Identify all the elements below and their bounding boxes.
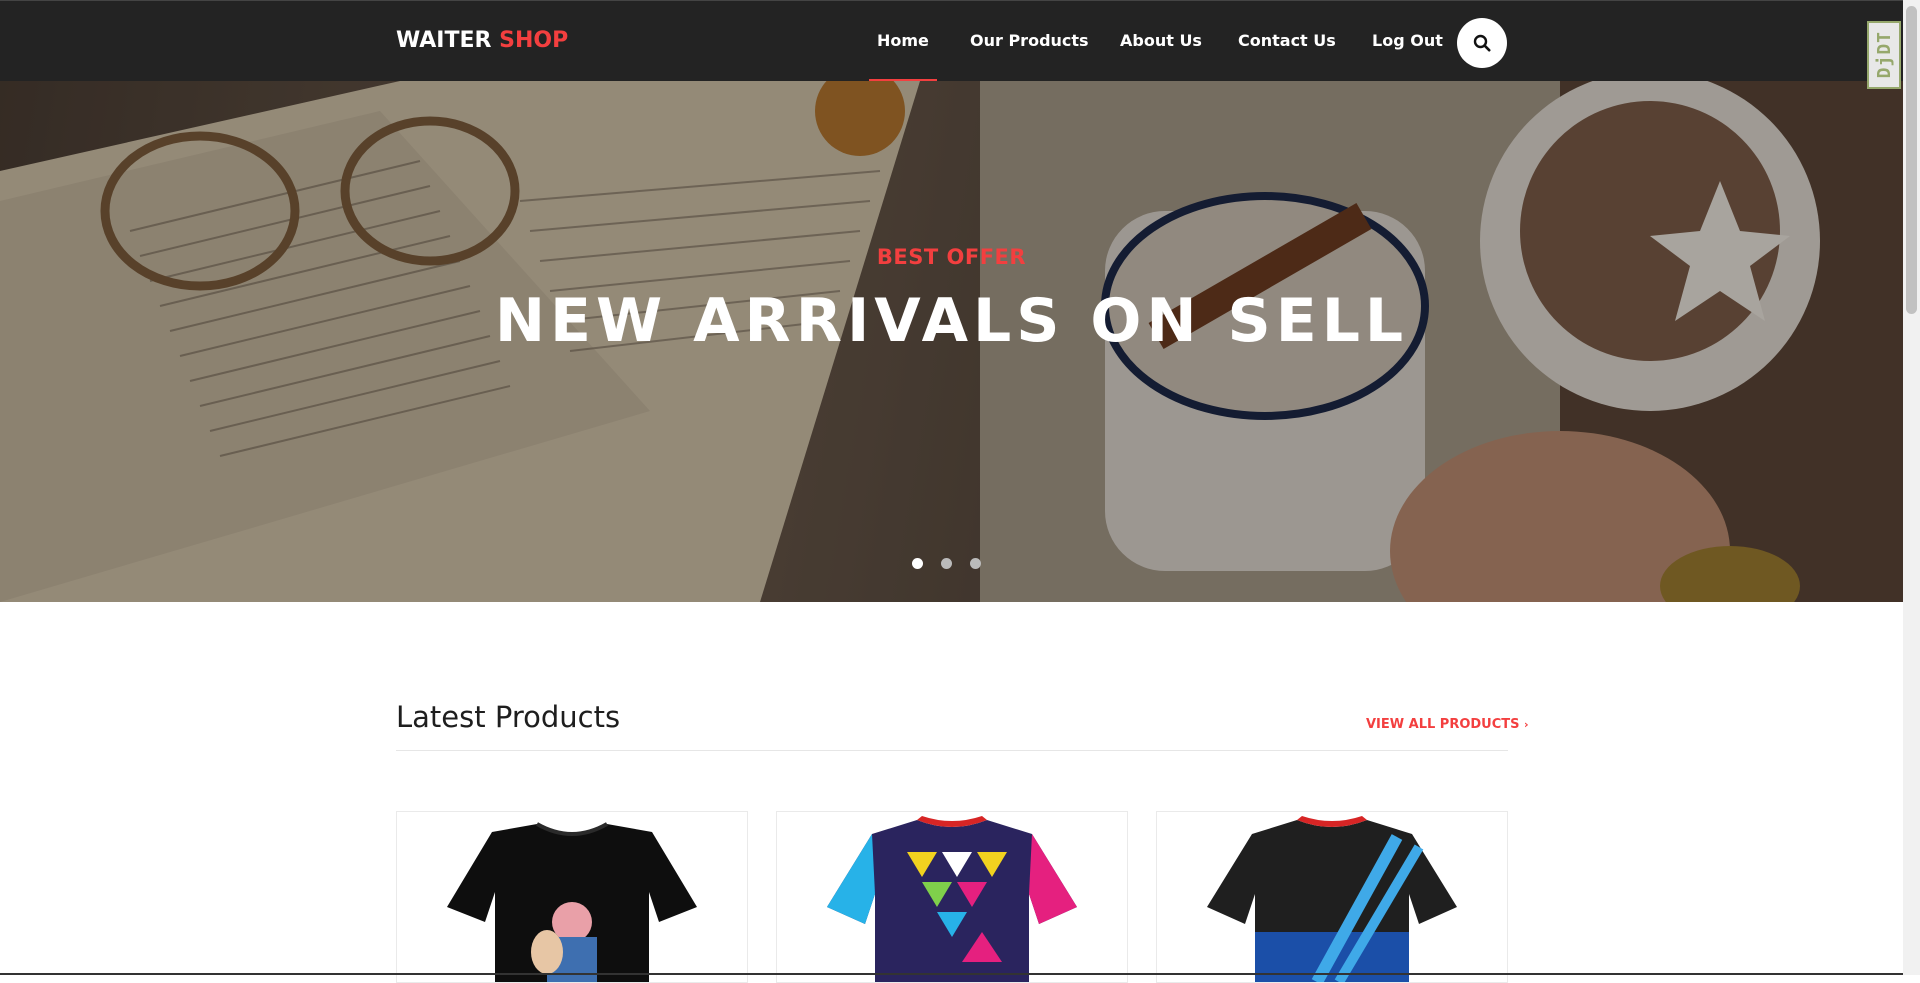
carousel-dot-1[interactable] bbox=[912, 558, 923, 569]
nav-item-log-out[interactable]: Log Out bbox=[1372, 31, 1443, 50]
latest-products-title: Latest Products bbox=[396, 700, 621, 734]
brand-logo[interactable]: WAITER SHOP bbox=[396, 28, 568, 53]
product-image bbox=[447, 822, 697, 982]
product-image bbox=[1207, 816, 1457, 982]
top-navbar: WAITER SHOP Home Our Products About Us C… bbox=[0, 0, 1920, 82]
product-card[interactable] bbox=[1156, 811, 1508, 983]
debug-toolbar-label: DjDT bbox=[1873, 31, 1895, 79]
product-card[interactable] bbox=[396, 811, 748, 983]
nav-item-contact-us[interactable]: Contact Us bbox=[1238, 31, 1336, 50]
scrollbar-thumb[interactable] bbox=[1906, 6, 1917, 314]
brand-name-part2: SHOP bbox=[499, 28, 569, 53]
nav-item-our-products[interactable]: Our Products bbox=[970, 31, 1089, 50]
hero-banner: BEST OFFER NEW ARRIVALS ON SELL bbox=[0, 81, 1903, 602]
hero-kicker: BEST OFFER bbox=[876, 245, 1027, 269]
carousel-dot-2[interactable] bbox=[941, 558, 952, 569]
search-button[interactable] bbox=[1457, 18, 1507, 68]
product-image bbox=[827, 816, 1077, 982]
section-divider bbox=[396, 750, 1508, 751]
brand-name-part1: WAITER bbox=[396, 28, 492, 53]
carousel-dot-3[interactable] bbox=[970, 558, 981, 569]
chevron-right-icon: › bbox=[1524, 718, 1529, 731]
view-all-products-link[interactable]: VIEW ALL PRODUCTS › bbox=[1366, 717, 1529, 732]
search-icon bbox=[1473, 34, 1491, 52]
nav-item-about-us[interactable]: About Us bbox=[1120, 31, 1202, 50]
carousel-indicators bbox=[912, 558, 981, 569]
nav-item-home[interactable]: Home bbox=[869, 31, 937, 82]
product-card[interactable] bbox=[776, 811, 1128, 983]
debug-toolbar-handle[interactable]: DjDT bbox=[1867, 21, 1901, 89]
hero-title: NEW ARRIVALS ON SELL bbox=[494, 286, 1409, 356]
view-all-products-label: VIEW ALL PRODUCTS bbox=[1366, 717, 1520, 732]
